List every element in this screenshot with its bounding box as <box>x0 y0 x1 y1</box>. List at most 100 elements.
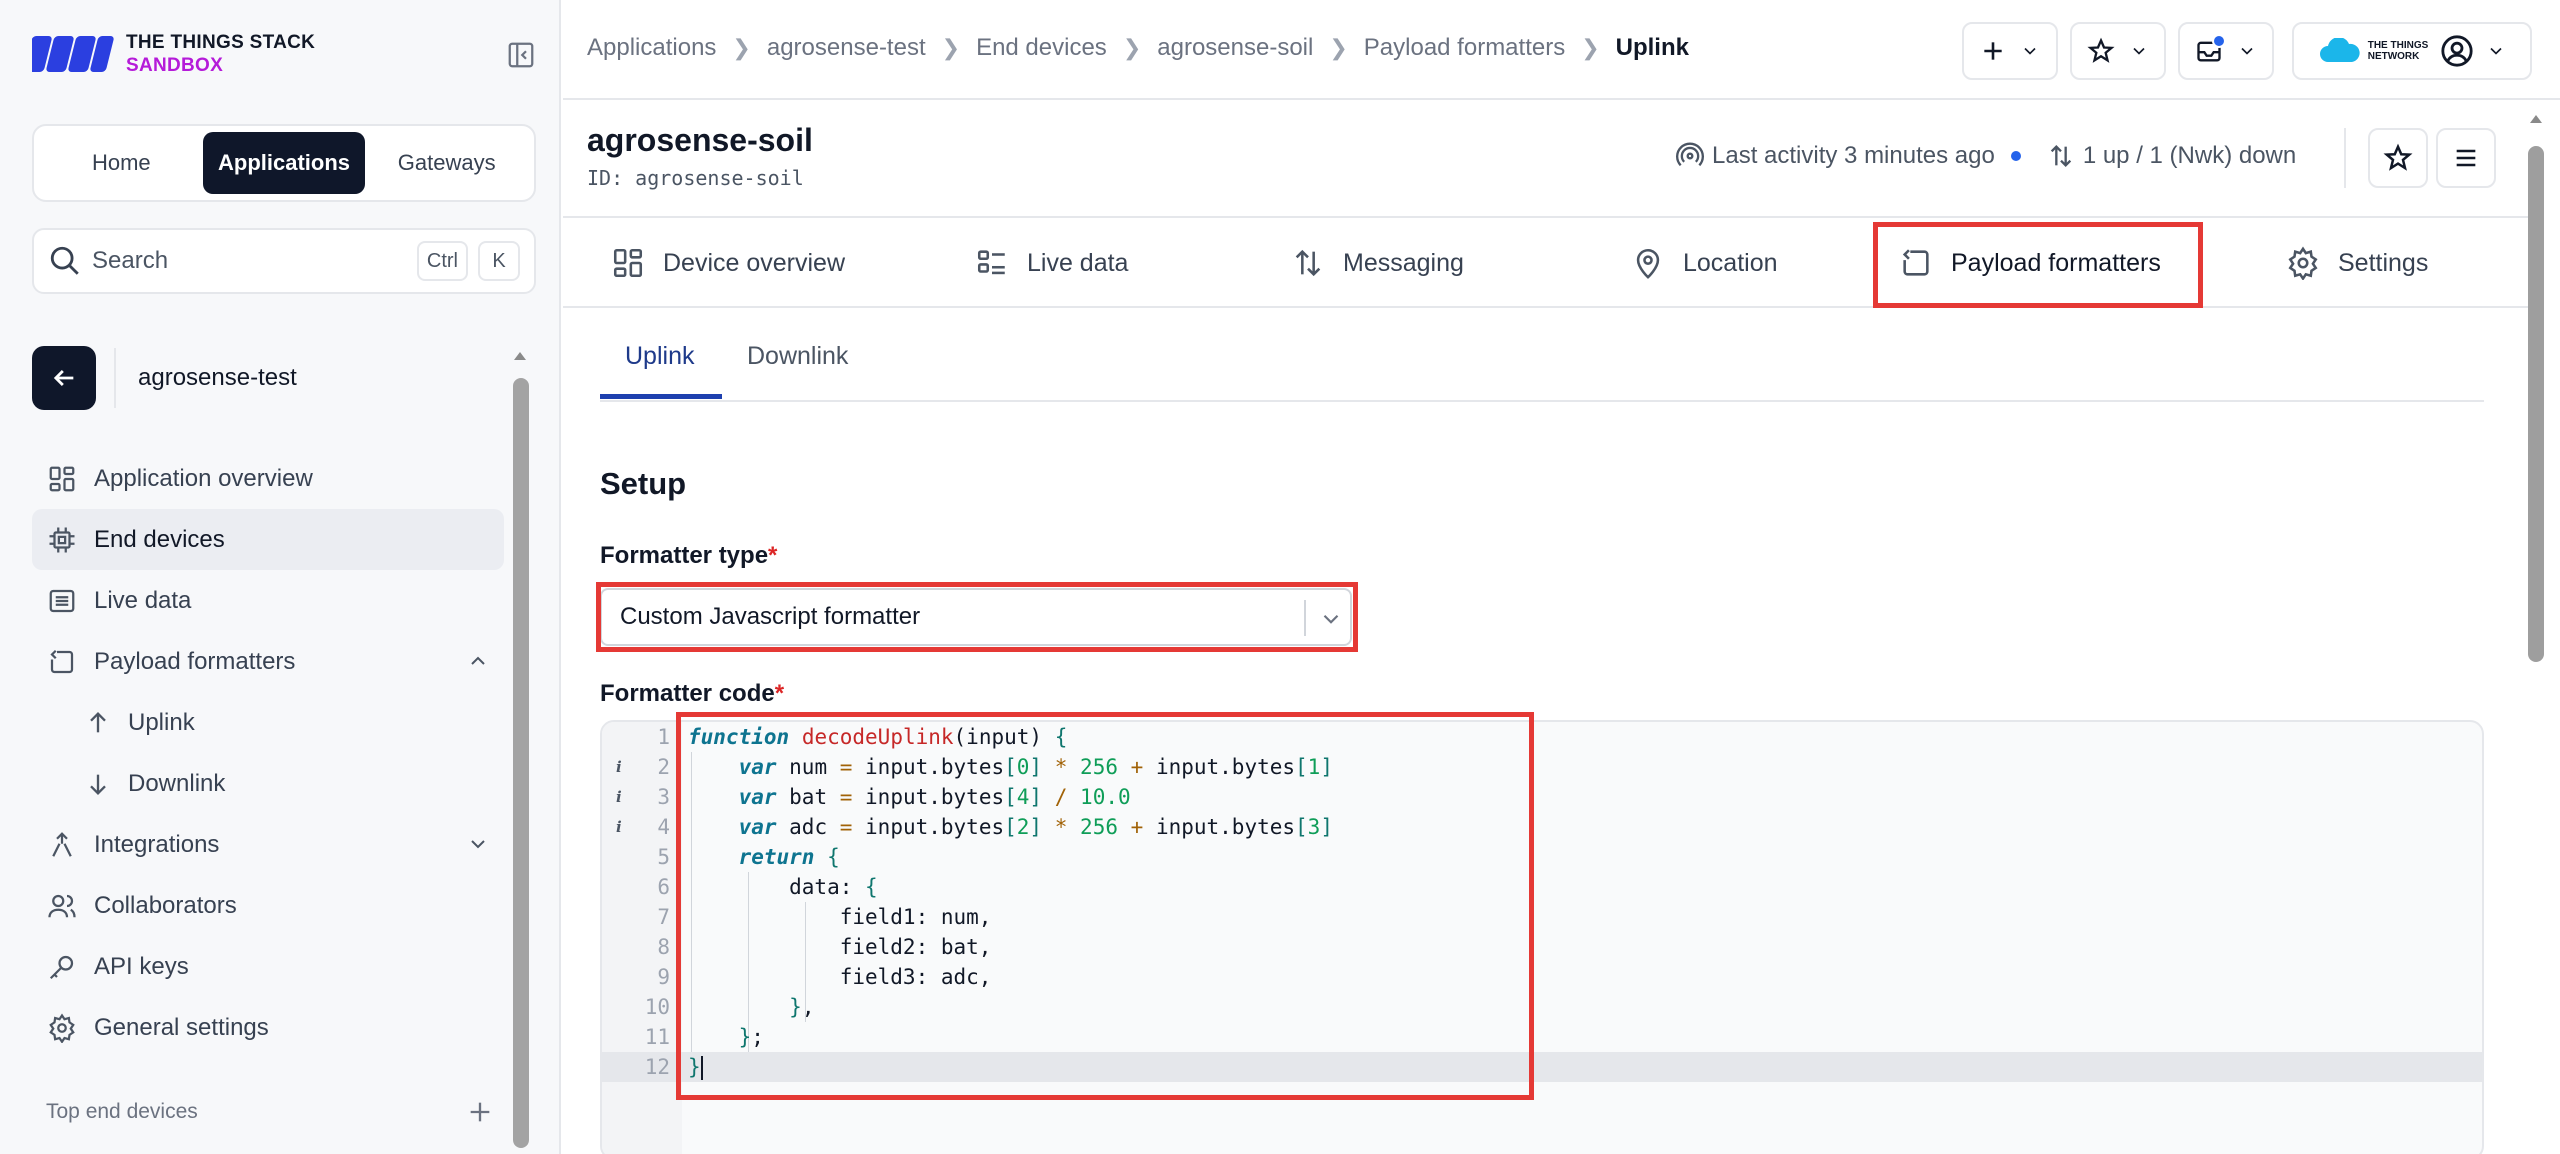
user-menu-button[interactable]: THE THINGS NETWORK <box>2292 22 2532 80</box>
sidebar-item-label: Collaborators <box>94 891 237 919</box>
sidebar-item-integrations[interactable]: Integrations <box>32 814 504 875</box>
code-text: }; <box>738 1025 764 1049</box>
code-line-current: 12 } <box>602 1052 2482 1082</box>
code-line: 10 }, <box>602 992 2482 1022</box>
grid-icon <box>613 248 643 278</box>
code-editor[interactable]: 1 function decodeUplink(input) { i 2 var… <box>600 720 2484 1154</box>
search-button[interactable]: Search Ctrl K <box>32 228 536 294</box>
chevron-down-icon <box>2490 47 2502 55</box>
sidebar-item-payload-formatters[interactable]: Payload formatters <box>32 631 504 692</box>
plus-icon <box>1984 42 2002 60</box>
formatter-type-select[interactable]: Custom Javascript formatter <box>600 588 1352 646</box>
breadcrumb-device[interactable]: agrosense-soil <box>1157 34 1313 62</box>
arrow-down-icon <box>90 774 106 795</box>
line-number: 3 <box>657 785 670 809</box>
tab-messaging[interactable]: Messaging <box>1291 218 1464 308</box>
tab-live-data[interactable]: Live data <box>975 218 1128 308</box>
subtab-uplink[interactable]: Uplink <box>625 342 694 371</box>
line-number: 6 <box>657 875 670 899</box>
device-stats: Last activity 3 minutes ago 1 up / 1 (Nw… <box>1676 142 2296 170</box>
line-number: 1 <box>657 725 670 749</box>
sidebar-item-application-overview[interactable]: Application overview <box>32 448 504 509</box>
top-header: Applications ❯ agrosense-test ❯ End device… <box>563 0 2560 100</box>
formatter-code-label: Formatter code* <box>600 680 784 708</box>
integrations-icon <box>52 831 72 857</box>
device-menu-button[interactable] <box>2436 128 2496 188</box>
tab-device-overview[interactable]: Device overview <box>611 218 845 308</box>
code-line: 8 field2: bat, <box>602 932 2482 962</box>
switcher-applications[interactable]: Applications <box>202 132 366 194</box>
sidebar-item-general-settings[interactable]: General settings <box>32 997 504 1058</box>
back-button[interactable] <box>32 346 96 410</box>
sidebar-item-label: Application overview <box>94 464 313 492</box>
code-text: var bat = input.bytes[4] / 10.0 <box>738 785 1131 809</box>
traffic-counter: 1 up / 1 (Nwk) down <box>2082 142 2297 169</box>
chevron-down-icon <box>2133 47 2145 55</box>
add-menu-button[interactable] <box>1962 22 2058 80</box>
code-file-icon <box>50 649 74 673</box>
chevron-right-icon: ❯ <box>1581 35 1600 60</box>
line-number: 5 <box>657 845 670 869</box>
sidebar-item-end-devices[interactable]: End devices <box>32 509 504 570</box>
sidebar-item-uplink[interactable]: Uplink <box>32 692 504 753</box>
tab-label: Live data <box>1027 248 1129 277</box>
tab-location[interactable]: Location <box>1631 218 1778 308</box>
brand[interactable]: THE THINGS STACK SANDBOX <box>32 30 315 78</box>
map-pin-icon <box>1636 248 1660 279</box>
search-icon <box>50 246 79 275</box>
subtab-active-indicator <box>600 394 722 399</box>
brand-line-1: THE THINGS STACK <box>126 32 316 53</box>
arrow-up-icon <box>90 711 106 732</box>
breadcrumb-application[interactable]: agrosense-test <box>767 34 926 62</box>
breadcrumb-payload-formatters[interactable]: Payload formatters <box>1364 34 1565 62</box>
line-number: 10 <box>644 995 670 1019</box>
formatter-subtabs: Uplink Downlink <box>600 312 2484 402</box>
scroll-up-arrow-icon[interactable] <box>2528 112 2544 126</box>
sidebar-item-label: Live data <box>94 586 192 614</box>
breadcrumb-applications[interactable]: Applications <box>587 34 716 62</box>
tab-label: Location <box>1683 248 1778 277</box>
tab-label: Messaging <box>1343 248 1464 277</box>
the-things-stack-logo-icon <box>32 36 114 72</box>
subtab-downlink[interactable]: Downlink <box>747 342 848 371</box>
code-line: 1 function decodeUplink(input) { <box>602 722 2482 752</box>
sidebar-item-label: Downlink <box>128 769 226 797</box>
chevron-right-icon: ❯ <box>732 35 751 60</box>
code-line: 9 field3: adc, <box>602 962 2482 992</box>
sidebar-scrollbar[interactable] <box>513 378 529 1148</box>
required-mark: * <box>768 542 778 569</box>
formatter-type-value: Custom Javascript formatter <box>620 603 921 630</box>
breadcrumb-end-devices[interactable]: End devices <box>976 34 1107 62</box>
star-icon <box>2087 37 2115 63</box>
shortcut-key-k: K <box>478 241 520 281</box>
chevron-down-icon <box>1323 614 1339 624</box>
sidebar-item-api-keys[interactable]: API keys <box>32 936 504 997</box>
switcher-gateways[interactable]: Gateways <box>365 132 528 194</box>
main-scrollbar[interactable] <box>2528 146 2544 662</box>
sidebar-item-label: General settings <box>94 1013 269 1041</box>
sidebar-item-downlink[interactable]: Downlink <box>32 753 504 814</box>
sidebar-item-label: End devices <box>94 525 225 553</box>
setup-heading: Setup <box>600 466 687 501</box>
code-line: 6 data: { <box>602 872 2482 902</box>
code-text: } <box>688 1055 703 1080</box>
select-divider <box>1304 600 1306 636</box>
tab-settings[interactable]: Settings <box>2286 218 2428 308</box>
switcher-home[interactable]: Home <box>40 132 203 194</box>
scroll-up-arrow-icon[interactable] <box>512 350 528 362</box>
notifications-button[interactable] <box>2178 22 2274 80</box>
sidebar-collapse-icon[interactable] <box>506 40 536 70</box>
sidebar-item-live-data[interactable]: Live data <box>32 570 504 631</box>
device-id-value: agrosense-soil <box>635 166 804 190</box>
code-text: function decodeUplink(input) { <box>688 725 1068 749</box>
gear-icon <box>49 1012 75 1043</box>
bookmark-device-button[interactable] <box>2368 128 2428 188</box>
up-down-arrows-icon <box>2050 145 2071 167</box>
plus-icon[interactable] <box>466 1098 494 1126</box>
user-avatar-icon <box>2441 35 2473 67</box>
chevron-down-icon <box>471 840 485 849</box>
bookmarks-button[interactable] <box>2070 22 2166 80</box>
sidebar-item-collaborators[interactable]: Collaborators <box>32 875 504 936</box>
tab-payload-formatters[interactable]: Payload formatters <box>1899 218 2161 308</box>
code-text: data: { <box>688 875 878 899</box>
